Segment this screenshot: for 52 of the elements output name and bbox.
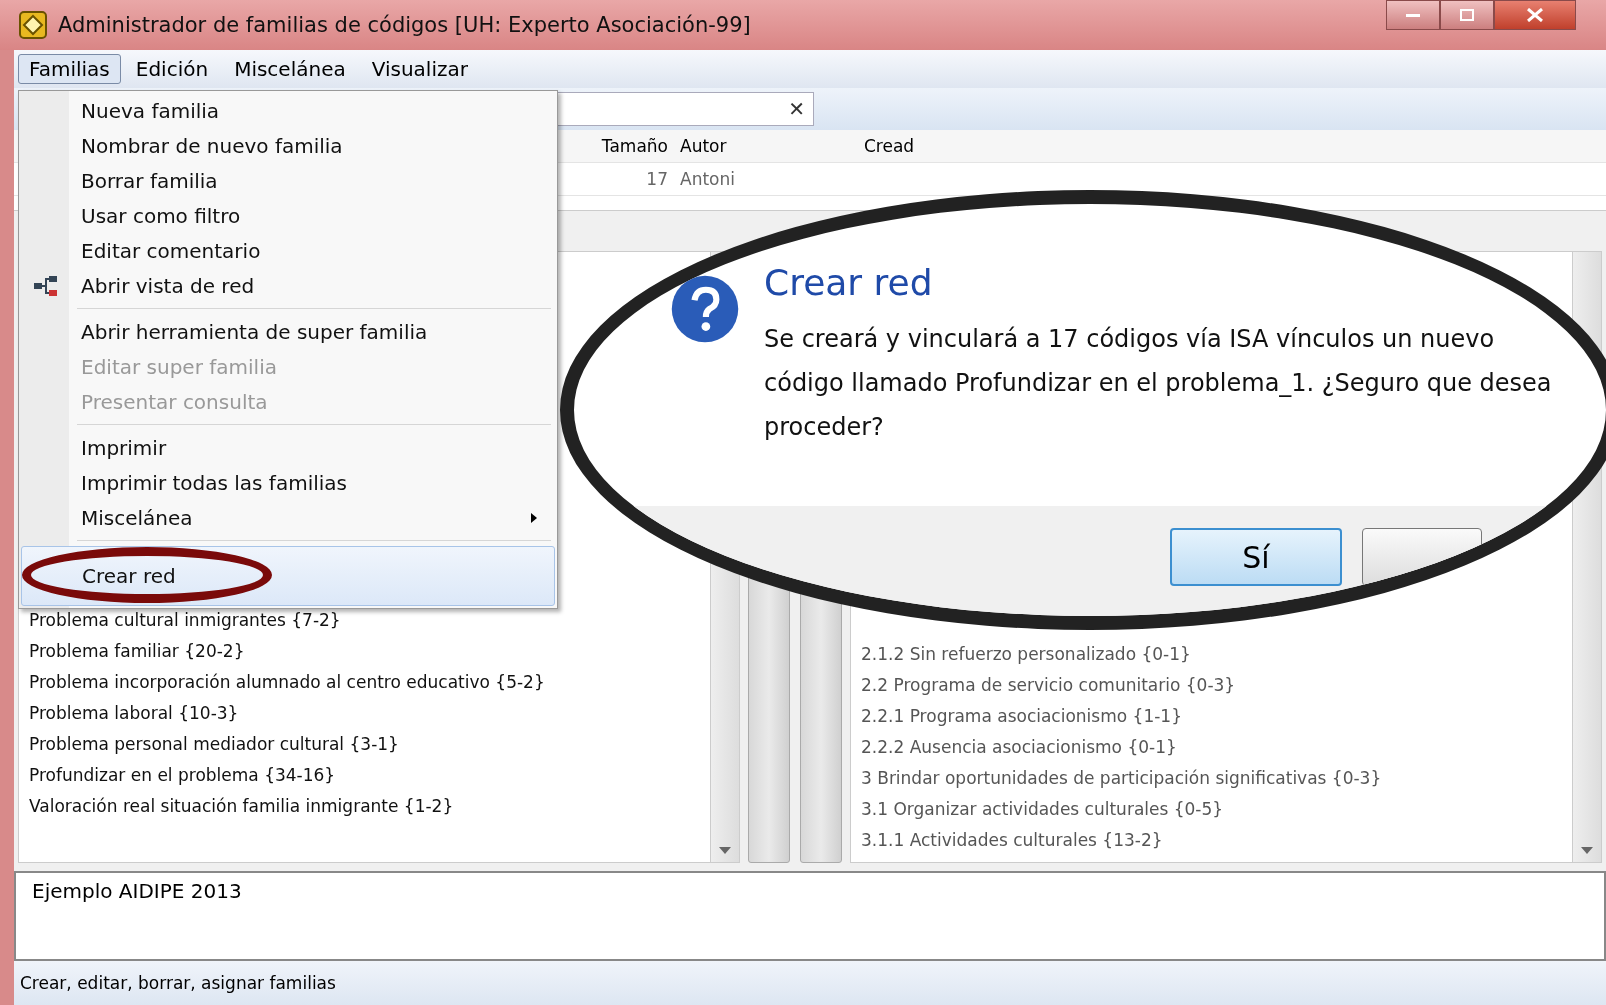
- dialog-title: Crear red: [764, 262, 934, 303]
- window-title: Administrador de familias de códigos [UH: Experto Asociación-99]: [58, 13, 751, 37]
- menu-item[interactable]: Edición: [124, 54, 220, 84]
- menu-item[interactable]: Borrar familia: [21, 163, 555, 198]
- scroll-down-icon[interactable]: [1581, 847, 1593, 854]
- network-icon: [33, 274, 59, 298]
- yes-button[interactable]: Sí: [1170, 528, 1342, 586]
- maximize-button[interactable]: [1440, 0, 1494, 30]
- menu-item[interactable]: Familias: [18, 54, 121, 84]
- list-item[interactable]: Problema laboral {10-3}: [29, 698, 710, 729]
- maximize-icon: [1460, 9, 1474, 21]
- question-icon: [670, 274, 740, 344]
- column-header[interactable]: Tamaño: [554, 136, 674, 156]
- list-item[interactable]: Problema personal mediador cultural {3-1}: [29, 729, 710, 760]
- list-item[interactable]: 2.2 Programa de servicio comunitario {0-3}: [861, 670, 1572, 701]
- menu-item[interactable]: Imprimir: [21, 430, 555, 465]
- list-item[interactable]: Valoración real situación familia inmigrante {1-2}: [29, 791, 710, 822]
- menu-item[interactable]: Editar comentario: [21, 233, 555, 268]
- close-icon: [1527, 8, 1543, 22]
- menu-item[interactable]: Nueva familia: [21, 93, 555, 128]
- menu-item[interactable]: Nombrar de nuevo familia: [21, 128, 555, 163]
- menu-item[interactable]: Miscelánea: [223, 54, 357, 84]
- menu-item[interactable]: Usar como filtro: [21, 198, 555, 233]
- menu-item[interactable]: Abrir vista de red: [21, 268, 555, 303]
- list-item[interactable]: 3 Brindar oportunidades de participación significativas {0-3}: [861, 763, 1572, 794]
- list-item[interactable]: Problema familiar {20-2}: [29, 636, 710, 667]
- list-item[interactable]: 2.2.1 Programa asociacionismo {1-1}: [861, 701, 1572, 732]
- column-header[interactable]: Cread: [784, 136, 984, 156]
- clear-button[interactable]: ✕: [788, 97, 805, 121]
- comment-field[interactable]: Ejemplo AIDIPE 2013: [14, 871, 1606, 961]
- table-cell-text: Antoni: [679, 169, 736, 189]
- list-item[interactable]: 3.1.1 Actividades culturales {13-2}: [861, 825, 1572, 856]
- minimize-button[interactable]: [1386, 0, 1440, 30]
- close-button[interactable]: [1494, 0, 1576, 30]
- menu-item[interactable]: Visualizar: [360, 54, 479, 84]
- scroll-down-icon[interactable]: [719, 847, 731, 854]
- menu-item[interactable]: Abrir herramienta de super familia: [21, 314, 555, 349]
- menu-item[interactable]: Crear red: [21, 546, 555, 606]
- list-item[interactable]: 2.1.2 Sin refuerzo personalizado {0-1}: [861, 639, 1572, 670]
- status-text: Crear, editar, borrar, asignar familias: [20, 973, 336, 993]
- menu-item[interactable]: Miscelánea: [21, 500, 555, 535]
- column-header[interactable]: Autor: [674, 136, 784, 156]
- table-cell-text: 17: [645, 169, 669, 189]
- minimize-icon: [1406, 13, 1420, 17]
- list-item[interactable]: 2.2.2 Ausencia asociacionismo {0-1}: [861, 732, 1572, 763]
- list-item[interactable]: Profundizar en el problema {34-16}: [29, 760, 710, 791]
- menu-item[interactable]: Imprimir todas las familias: [21, 465, 555, 500]
- list-item[interactable]: 3.1 Organizar actividades culturales {0-5}: [861, 794, 1572, 825]
- submenu-arrow-icon: [529, 512, 539, 524]
- list-item[interactable]: Problema incorporación alumnado al centro educativo {5-2}: [29, 667, 710, 698]
- app-logo-icon: [18, 10, 48, 40]
- dialog-message: Se creará y vinculará a 17 códigos vía ISA vínculos un nuevo código llamado Profundizar en el problema_1. ¿Seguro que desea proceder?: [764, 324, 1553, 443]
